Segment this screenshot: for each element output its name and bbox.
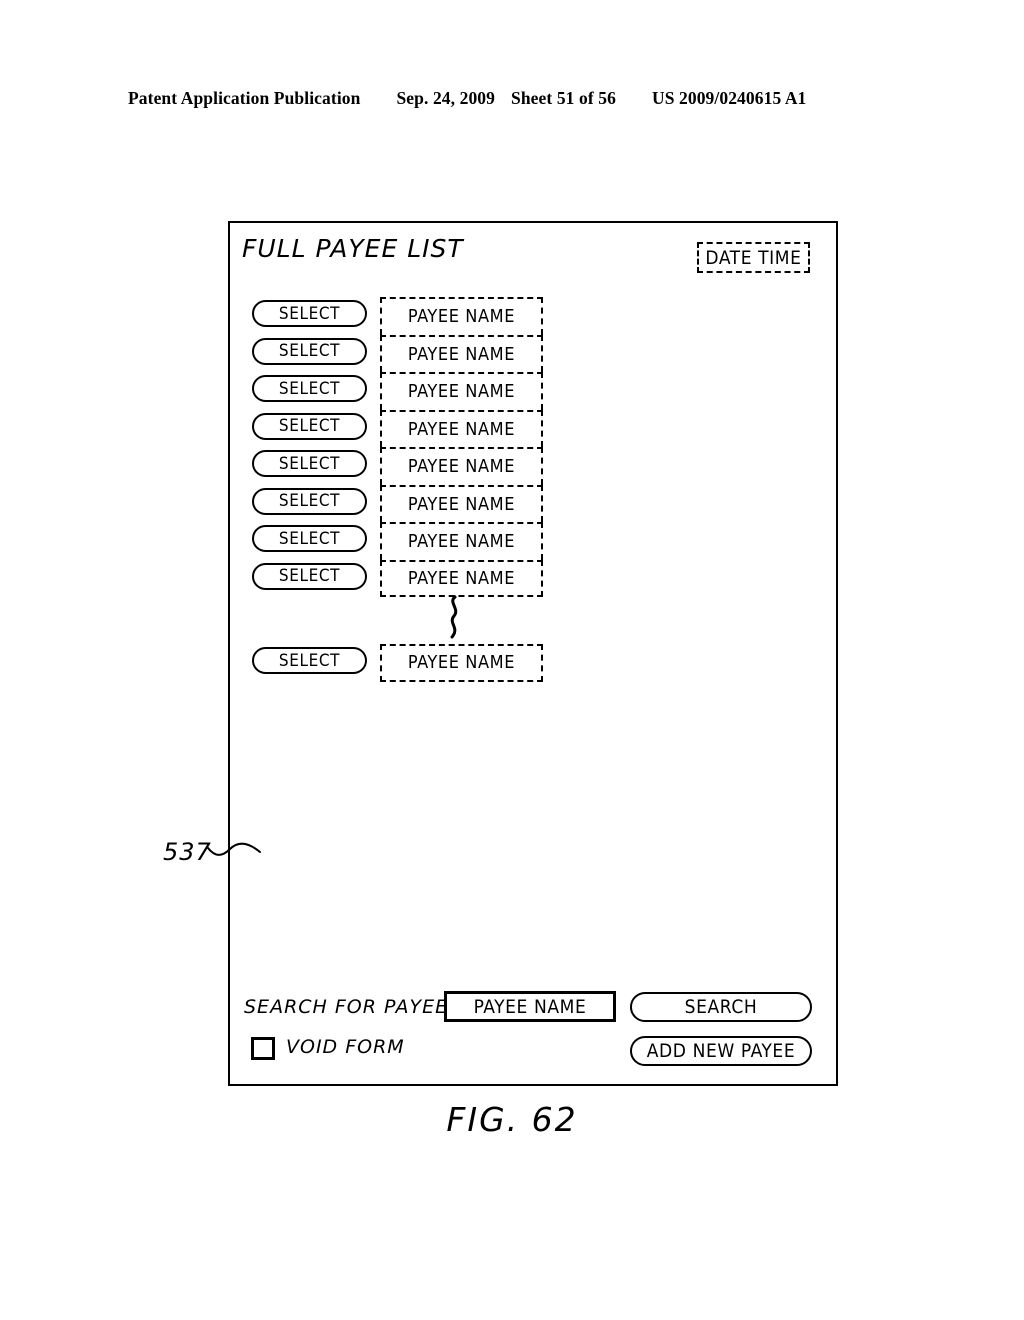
table-row[interactable]: SELECT PAYEE NAME: [230, 484, 836, 522]
select-button[interactable]: SELECT: [252, 562, 367, 590]
void-form-checkbox[interactable]: [251, 1037, 275, 1060]
table-row[interactable]: SELECT PAYEE NAME: [230, 522, 836, 560]
select-button[interactable]: SELECT: [252, 487, 367, 515]
payee-name-cell[interactable]: PAYEE NAME: [380, 447, 543, 485]
payee-list: SELECT PAYEE NAME SELECT PAYEE NAME SELE…: [230, 223, 836, 1084]
list-continuation-squiggle-icon: [450, 595, 458, 639]
publication-date: Sep. 24, 2009: [396, 88, 496, 108]
select-button[interactable]: SELECT: [252, 375, 367, 402]
reference-numeral-537: 537: [163, 838, 212, 866]
payee-name-cell[interactable]: PAYEE NAME: [380, 484, 543, 522]
payee-name-cell[interactable]: PAYEE NAME: [380, 297, 543, 335]
payee-name-cell[interactable]: PAYEE NAME: [380, 559, 543, 597]
table-row[interactable]: SELECT PAYEE NAME: [230, 372, 836, 410]
void-form-label: VOID FORM: [286, 1036, 405, 1058]
table-row[interactable]: SELECT PAYEE NAME: [230, 644, 836, 682]
sheet-number: Sheet 51 of 56: [511, 88, 616, 108]
device-screen-frame: FULL PAYEE LIST DATE TIME SELECT PAYEE N…: [228, 221, 838, 1086]
search-input[interactable]: PAYEE NAME: [444, 991, 616, 1022]
search-button[interactable]: SEARCH: [630, 992, 812, 1022]
table-row[interactable]: SELECT PAYEE NAME: [230, 297, 836, 335]
select-button[interactable]: SELECT: [252, 337, 367, 365]
select-button[interactable]: SELECT: [252, 412, 367, 440]
add-new-payee-button[interactable]: ADD NEW PAYEE: [630, 1036, 812, 1066]
search-for-payee-label: SEARCH FOR PAYEE: [244, 996, 449, 1018]
payee-name-cell[interactable]: PAYEE NAME: [380, 334, 543, 372]
select-button[interactable]: SELECT: [252, 450, 367, 477]
patent-page-header: Patent Application Publication Sep. 24, …: [128, 88, 896, 114]
select-button[interactable]: SELECT: [252, 647, 367, 674]
table-row[interactable]: SELECT PAYEE NAME: [230, 334, 836, 372]
table-row[interactable]: SELECT PAYEE NAME: [230, 447, 836, 485]
patent-number: US 2009/0240615 A1: [651, 88, 807, 108]
payee-name-cell[interactable]: PAYEE NAME: [380, 372, 543, 410]
select-button[interactable]: SELECT: [252, 525, 367, 552]
publication-label: Patent Application Publication: [128, 88, 361, 108]
payee-name-cell[interactable]: PAYEE NAME: [380, 522, 543, 560]
payee-name-cell[interactable]: PAYEE NAME: [380, 409, 543, 447]
table-row[interactable]: SELECT PAYEE NAME: [230, 409, 836, 447]
table-row[interactable]: SELECT PAYEE NAME: [230, 559, 836, 597]
select-button[interactable]: SELECT: [252, 300, 367, 327]
figure-caption: FIG. 62: [446, 1100, 578, 1139]
payee-name-cell[interactable]: PAYEE NAME: [380, 644, 543, 682]
reference-leader-line: [207, 842, 261, 856]
